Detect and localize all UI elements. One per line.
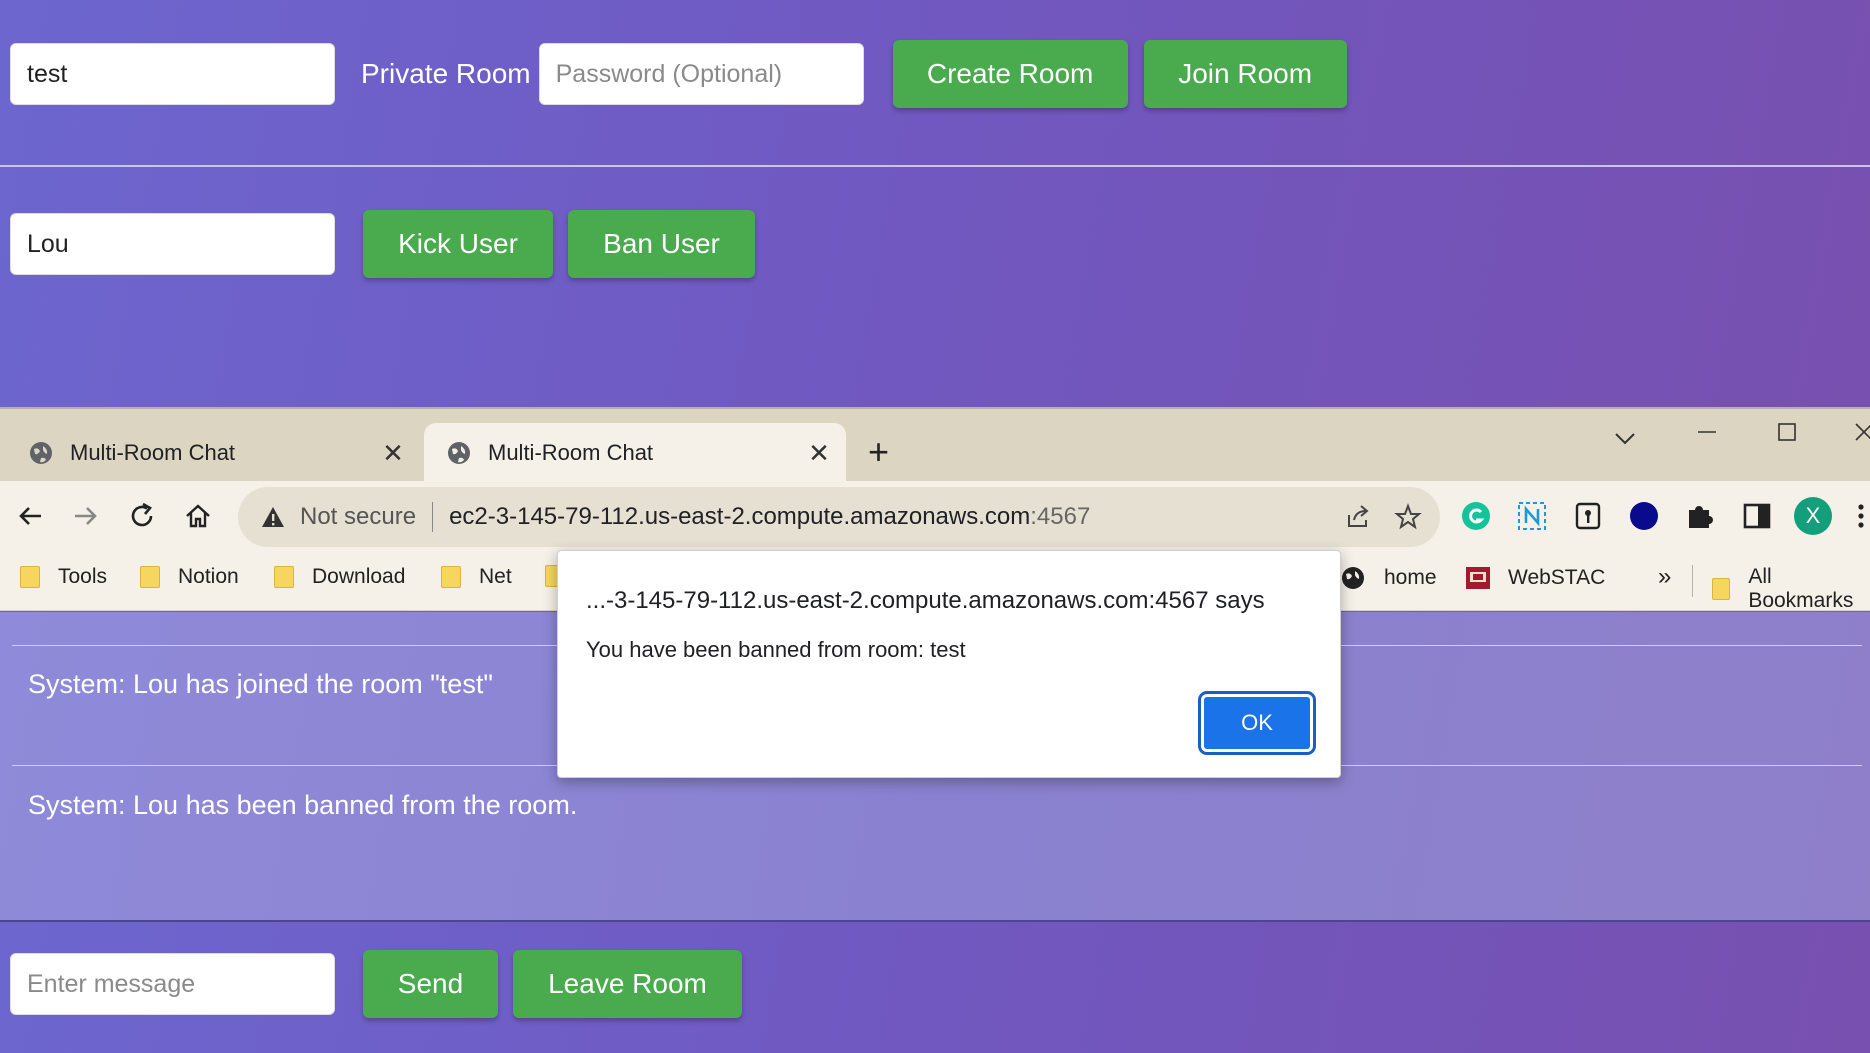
extensions-puzzle-icon[interactable] (1683, 499, 1717, 533)
folder-icon (1712, 578, 1731, 600)
maximize-icon[interactable] (1776, 421, 1798, 450)
omnibox-separator (432, 502, 434, 532)
password-manager-icon[interactable] (1571, 499, 1605, 533)
profile-avatar[interactable]: X (1794, 497, 1832, 535)
address-bar[interactable]: Not secure ec2-3-145-79-112.us-east-2.co… (238, 487, 1440, 547)
home-icon[interactable] (181, 499, 215, 533)
room-name-input[interactable]: test (10, 43, 335, 105)
folder-icon (140, 566, 160, 588)
folder-icon (20, 566, 40, 588)
minimize-icon[interactable] (1696, 421, 1718, 450)
close-window-icon[interactable] (1854, 421, 1870, 450)
side-panel-icon[interactable] (1740, 499, 1774, 533)
tab-multi-room-chat-2[interactable]: Multi-Room Chat ✕ (424, 423, 846, 483)
bookmark-webstac[interactable]: WebSTAC (1464, 565, 1605, 591)
close-tab-icon[interactable]: ✕ (804, 438, 834, 469)
bookmark-label: Notion (178, 565, 239, 588)
create-room-button[interactable]: Create Room (892, 40, 1128, 108)
user-controls-row: Lou Kick User Ban User (0, 208, 755, 280)
more-bookmarks-button[interactable]: » (1658, 563, 1671, 591)
dialog-title: ...-3-145-79-112.us-east-2.compute.amazo… (586, 587, 1265, 614)
message-compose-bar: Enter message Send Leave Room (0, 920, 1870, 1053)
kick-user-button[interactable]: Kick User (363, 210, 553, 278)
room-controls-row: test Private Room Password (Optional) Cr… (0, 38, 1347, 110)
bookmarks-separator (1692, 565, 1693, 597)
username-input[interactable]: Lou (10, 213, 335, 275)
ok-button[interactable]: OK (1198, 691, 1316, 755)
bookmark-label: Download (312, 565, 406, 588)
url-host: ec2-3-145-79-112.us-east-2.compute.amazo… (449, 503, 1031, 530)
grammarly-icon[interactable] (1459, 499, 1493, 533)
globe-icon (1342, 567, 1364, 589)
bookmark-label: home (1384, 566, 1437, 589)
tab-multi-room-chat-1[interactable]: Multi-Room Chat ✕ (0, 423, 420, 483)
section-divider (0, 165, 1870, 167)
share-icon[interactable] (1344, 503, 1372, 531)
close-tab-icon[interactable]: ✕ (378, 438, 408, 469)
browser-toolbar: Not secure ec2-3-145-79-112.us-east-2.co… (0, 481, 1870, 551)
bookmark-all-bookmarks[interactable]: All Bookmarks (1712, 565, 1870, 613)
chat-app-top-page: test Private Room Password (Optional) Cr… (0, 0, 1870, 408)
notion-clipper-icon[interactable] (1515, 499, 1549, 533)
tab-strip: Multi-Room Chat ✕ Multi-Room Chat ✕ + (0, 407, 1870, 483)
tab-title: Multi-Room Chat (488, 440, 654, 465)
bookmark-star-icon[interactable] (1394, 503, 1422, 531)
bookmark-label: WebSTAC (1508, 566, 1606, 589)
bookmark-notion[interactable]: Notion (140, 565, 239, 589)
chat-message: System: Lou has been banned from the roo… (28, 790, 578, 820)
bookmark-label: Tools (58, 565, 108, 588)
bookmark-label: Net (479, 565, 512, 588)
bookmark-download[interactable]: Download (274, 565, 405, 589)
bookmark-home[interactable]: home (1340, 565, 1437, 591)
bookmark-label: All Bookmarks (1748, 565, 1854, 612)
globe-icon (448, 442, 470, 464)
alert-dialog: ...-3-145-79-112.us-east-2.compute.amazo… (557, 550, 1341, 778)
message-input[interactable]: Enter message (10, 953, 335, 1015)
new-tab-icon[interactable]: + (868, 431, 889, 473)
globe-icon (30, 442, 52, 464)
send-button[interactable]: Send (363, 950, 498, 1018)
warning-triangle-icon (262, 507, 284, 527)
password-input[interactable]: Password (Optional) (538, 43, 864, 105)
bookmark-net[interactable]: Net (441, 565, 512, 589)
leave-room-button[interactable]: Leave Room (513, 950, 742, 1018)
tab-title: Multi-Room Chat (70, 440, 236, 465)
reload-icon[interactable] (125, 499, 159, 533)
webstac-logo-icon (1466, 567, 1490, 589)
not-secure-label[interactable]: Not secure (300, 503, 416, 531)
dialog-message: You have been banned from room: test (586, 637, 966, 662)
forward-arrow-icon[interactable] (68, 499, 102, 533)
bookmark-tools[interactable]: Tools (20, 565, 107, 589)
circle-extension-icon[interactable] (1627, 499, 1661, 533)
compose-row: Enter message Send Leave Room (0, 948, 742, 1020)
chat-message: System: Lou has joined the room "test" (28, 669, 493, 699)
url-port: :4567 (1030, 503, 1091, 530)
browser-menu-icon[interactable] (1852, 499, 1870, 533)
ban-user-button[interactable]: Ban User (568, 210, 755, 278)
join-room-button[interactable]: Join Room (1143, 40, 1347, 108)
folder-icon (274, 566, 294, 588)
private-room-label: Private Room (361, 58, 531, 89)
tab-search-chevron-icon[interactable] (1614, 425, 1636, 453)
folder-icon (441, 566, 461, 588)
back-arrow-icon[interactable] (14, 499, 48, 533)
